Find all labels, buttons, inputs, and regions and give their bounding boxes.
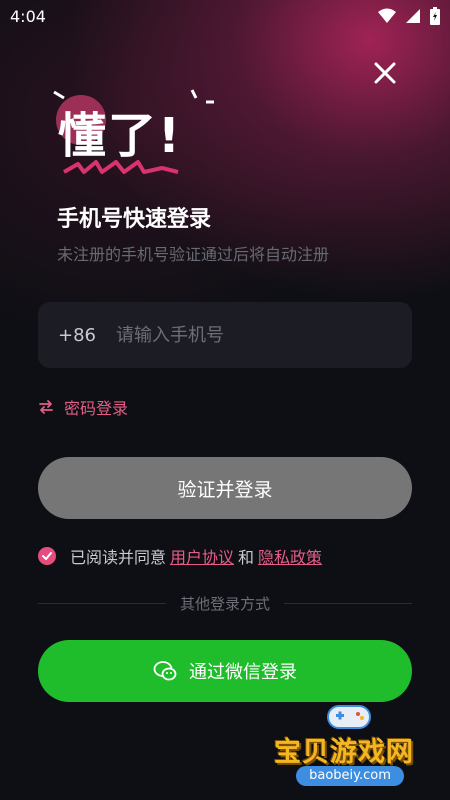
wechat-login-label: 通过微信登录	[189, 662, 297, 683]
close-icon	[374, 62, 396, 84]
page-subtitle: 未注册的手机号验证通过后将自动注册	[57, 245, 330, 264]
status-bar: 4:04	[0, 0, 450, 32]
status-icons	[378, 7, 440, 25]
app-logo: 懂了!	[44, 88, 214, 184]
logo-text: 懂了!	[58, 108, 182, 164]
agreement-and: 和	[238, 548, 255, 567]
wechat-login-button[interactable]: 通过微信登录	[38, 640, 412, 702]
close-button[interactable]	[369, 57, 401, 89]
password-login-label: 密码登录	[64, 399, 129, 418]
divider-label: 其他登录方式	[180, 594, 271, 613]
status-time: 4:04	[10, 6, 46, 26]
country-code[interactable]: +86	[58, 325, 96, 346]
watermark-text: 宝贝游戏网	[274, 737, 414, 768]
password-login-link[interactable]: 密码登录	[38, 395, 128, 419]
divider-line-right	[284, 602, 413, 604]
phone-input[interactable]	[116, 302, 412, 368]
site-watermark: 宝贝游戏网 baobeiy.com	[274, 702, 444, 794]
verify-login-button[interactable]: 验证并登录	[38, 457, 412, 519]
agreement-prefix: 已阅读并同意	[70, 548, 167, 567]
user-agreement-link[interactable]: 用户协议	[170, 544, 234, 568]
battery-icon	[430, 7, 440, 25]
watermark-url: baobeiy.com	[296, 766, 404, 786]
divider-line-left	[38, 602, 166, 604]
privacy-policy-link[interactable]: 隐私政策	[258, 544, 322, 568]
wechat-icon	[153, 661, 177, 681]
check-icon	[42, 552, 52, 560]
agreement-row: 已阅读并同意 用户协议 和 隐私政策	[38, 544, 326, 568]
switch-icon	[39, 400, 53, 414]
other-login-divider: 其他登录方式	[38, 592, 413, 614]
signal-icon	[406, 9, 420, 23]
wifi-icon	[378, 8, 396, 23]
agreement-checkbox[interactable]	[38, 547, 56, 565]
page-title: 手机号快速登录	[57, 207, 212, 232]
phone-input-box: +86	[38, 302, 412, 368]
